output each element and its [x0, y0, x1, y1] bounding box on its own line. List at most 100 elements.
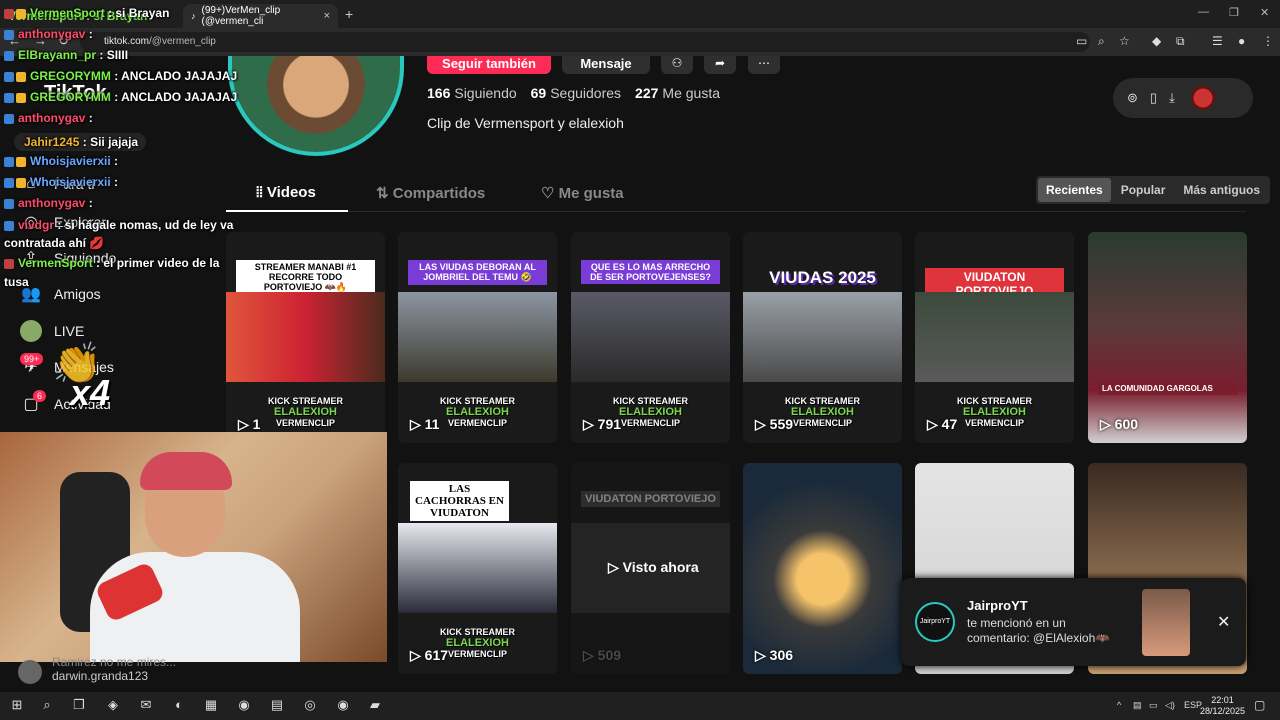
comment-text: Ramirez no me mires...	[52, 655, 177, 669]
chrome-active-icon[interactable]: ◉	[334, 697, 352, 715]
following-stat[interactable]: 166 Siguiendo	[427, 85, 517, 101]
video-card[interactable]: LAS CACHORRAS EN VIUDATON KICK STREAMER E…	[398, 463, 557, 674]
menu-icon[interactable]: ⋮	[1262, 34, 1274, 48]
clock-date: 28/12/2025	[1200, 706, 1246, 716]
notification-user: JairproYT	[967, 598, 1028, 613]
edge-icon[interactable]: ◐	[170, 697, 188, 715]
followers-stat[interactable]: 69 Seguidores	[531, 85, 621, 101]
video-caption: LA COMUNIDAD GARGOLAS	[1098, 382, 1237, 395]
profile-bio: Clip de Vermensport y elalexioh	[427, 115, 624, 131]
video-views: ▷ 617	[410, 647, 449, 663]
url-path: /@vermen_clip	[149, 36, 216, 47]
video-caption: VIUDATON PORTOVIEJO	[581, 491, 720, 507]
close-icon[interactable]: ✕	[1217, 612, 1230, 632]
taskbar-clock[interactable]: 22:01 28/12/2025	[1200, 695, 1245, 717]
video-thumbnail	[571, 292, 730, 382]
chrome-icon[interactable]: ◉	[235, 697, 253, 715]
bookmark-star-icon[interactable]: ☆	[1119, 34, 1130, 48]
coin-icon[interactable]: ⊚	[1127, 90, 1138, 106]
follow-back-button[interactable]: Seguir también	[427, 56, 551, 74]
screen: VermenSport : si Brayan ♪ (99+)VerMen_cl…	[0, 0, 1280, 720]
video-thumbnail	[226, 292, 385, 382]
sidebar-item-live[interactable]: LIVE	[20, 320, 84, 342]
zoom-icon[interactable]: ⌕	[1098, 34, 1105, 49]
profile-icon[interactable]: ●	[1238, 34, 1245, 48]
profile-stats: 166 Siguiendo 69 Seguidores 227 Me gusta	[427, 85, 720, 101]
browser-tab-tiktok[interactable]: ♪ (99+)VerMen_clip (@vermen_cli ×	[183, 4, 338, 28]
download-icon[interactable]: ⤓	[1169, 90, 1175, 106]
more-icon[interactable]: ⋯	[748, 56, 780, 74]
add-friend-icon[interactable]: ⚇	[661, 56, 693, 74]
sort-recientes[interactable]: Recientes	[1038, 178, 1111, 202]
task-view-icon[interactable]: ❐	[70, 697, 88, 715]
close-window-icon[interactable]: ✕	[1260, 6, 1269, 19]
mention-notification[interactable]: JairproYT JairproYT te mencionó en un co…	[901, 578, 1246, 666]
active-tab-indicator	[226, 210, 348, 212]
battery-icon[interactable]: ▭	[1149, 700, 1158, 711]
close-icon[interactable]: ×	[324, 10, 330, 22]
video-views: ▷ 791	[583, 416, 622, 432]
chat-message: Whoisjavierxii :	[4, 175, 118, 189]
video-views: ▷ 600	[1100, 416, 1139, 432]
activity-badge: 6	[33, 390, 47, 402]
restore-icon[interactable]: ❐	[1229, 6, 1239, 19]
sort-popular[interactable]: Popular	[1113, 178, 1174, 202]
likes-stat: 227 Me gusta	[635, 85, 720, 101]
explorer-icon[interactable]: ▤	[268, 697, 286, 715]
tab-videos[interactable]: ⦙⦙ Videos	[256, 184, 316, 201]
share-icon[interactable]: ➦	[704, 56, 736, 74]
video-card[interactable]: LAS VIUDAS DEBORAN AL JOMBRIEL DEL TEMU …	[398, 232, 557, 443]
outlook-icon[interactable]: ✉	[137, 697, 155, 715]
address-bar[interactable]: tiktok.com/@vermen_clip	[80, 32, 1090, 52]
phone-icon[interactable]: ▯	[1150, 90, 1157, 106]
video-card[interactable]: VIUDAS 2025 KICK STREAMER ELALEXIOH VERMEN…	[743, 232, 902, 443]
notification-center-icon[interactable]: ▢	[1254, 698, 1265, 712]
comment-avatar	[18, 660, 42, 684]
video-thumbnail	[398, 523, 557, 613]
video-caption: STREAMER MANABI #1 RECORRE TODO PORTOVIE…	[236, 260, 375, 295]
sidebar-item-amigos[interactable]: 👥 Amigos	[20, 284, 101, 304]
app-icon[interactable]: ▰	[366, 697, 384, 715]
extension-icon[interactable]: ◆	[1152, 34, 1161, 48]
video-views: ▷ 559	[755, 416, 794, 432]
user-avatar[interactable]	[1190, 86, 1215, 110]
chat-message: VermenSport : el primer video de la	[4, 256, 219, 270]
sort-options: Recientes Popular Más antiguos	[1036, 176, 1271, 204]
video-card[interactable]: VIUDATON PORTOVIEJO KICK STREAMER ELALEXI…	[915, 232, 1074, 443]
video-card[interactable]: ▷ 306	[743, 463, 902, 674]
tray-chevron-icon[interactable]: ^	[1117, 700, 1121, 710]
minimize-icon[interactable]: —	[1198, 6, 1209, 18]
sort-mas-antiguos[interactable]: Más antiguos	[1175, 178, 1268, 202]
video-card[interactable]: QUE ES LO MAS ARRECHO DE SER PORTOVEJENS…	[571, 232, 730, 443]
puzzle-icon[interactable]: ⧉	[1176, 34, 1185, 49]
obs-icon[interactable]: ◎	[301, 697, 319, 715]
volume-icon[interactable]: ◁)	[1165, 700, 1175, 711]
tab-label: Me gusta	[558, 185, 624, 202]
message-button[interactable]: Mensaje	[562, 56, 650, 74]
video-card[interactable]: LA COMUNIDAD GARGOLAS ▷ 600	[1088, 232, 1247, 443]
quick-actions-bar: ⊚ ▯ ⤓	[1113, 78, 1253, 118]
store-icon[interactable]: ▦	[202, 697, 220, 715]
new-tab-button[interactable]: +	[345, 6, 353, 22]
search-icon[interactable]: ⌕	[38, 697, 56, 715]
copilot-icon[interactable]: ◈	[104, 697, 122, 715]
video-thumbnail	[1088, 232, 1247, 443]
playlist-icon[interactable]: ☰	[1212, 34, 1223, 48]
chat-message: GREGORYMM : ANCLADO JAJAJAJ	[4, 90, 237, 104]
windows-start-icon[interactable]: ⊞	[8, 697, 26, 715]
cast-icon[interactable]: ▭	[1076, 34, 1087, 48]
followers-count: 69	[530, 85, 547, 101]
tab-me-gusta[interactable]: ♡ Me gusta	[541, 184, 624, 202]
tab-compartidos[interactable]: ⇅ Compartidos	[376, 184, 485, 202]
video-thumbnail	[398, 292, 557, 382]
tab-label: Videos	[266, 184, 316, 201]
url-host: tiktok.com	[104, 36, 150, 47]
pinned-chat-message: Jahir1245 : Sii jajaja	[14, 133, 147, 151]
webcam-overlay	[0, 432, 387, 662]
video-card[interactable]: STREAMER MANABI #1 RECORRE TODO PORTOVIE…	[226, 232, 385, 443]
live-icon	[20, 320, 42, 342]
following-count: 166	[427, 85, 451, 101]
network-icon[interactable]: ▤	[1133, 700, 1142, 711]
video-views: ▷ 11	[410, 416, 440, 432]
notification-message: te mencionó en un comentario: @ElAlexioh…	[967, 616, 1111, 645]
